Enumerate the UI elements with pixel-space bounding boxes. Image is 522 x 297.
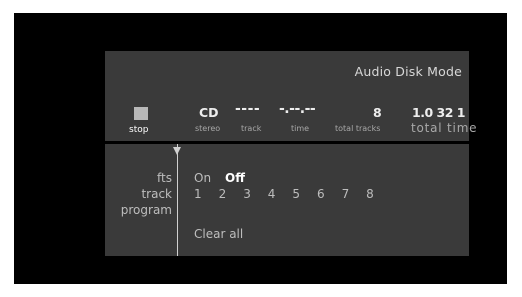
track-caption: track bbox=[241, 124, 262, 133]
time-caption: time bbox=[291, 124, 310, 133]
track-number[interactable]: 7 bbox=[342, 187, 367, 201]
menu-divider bbox=[177, 144, 178, 256]
mode-title: Audio Disk Mode bbox=[354, 64, 462, 79]
program-panel: fts track program On Off 12345678 Clear … bbox=[105, 144, 469, 256]
track-number[interactable]: 8 bbox=[366, 187, 391, 201]
audio-channel: stereo bbox=[195, 124, 221, 133]
track-number[interactable]: 5 bbox=[292, 187, 317, 201]
disc-status-panel: Audio Disk Mode stop CD stereo ---- trac… bbox=[105, 51, 477, 141]
elapsed-time-value: -.--.-- bbox=[279, 101, 316, 117]
track-number[interactable]: 2 bbox=[219, 187, 244, 201]
track-number[interactable]: 6 bbox=[317, 187, 342, 201]
program-label: program bbox=[120, 203, 172, 217]
current-track-value: ---- bbox=[235, 101, 261, 117]
fts-on-option[interactable]: On bbox=[194, 171, 211, 185]
total-time-value: 1.0 32 1 bbox=[412, 105, 465, 120]
total-tracks-caption: total tracks bbox=[335, 124, 381, 133]
total-tracks-value: 8 bbox=[373, 105, 382, 120]
track-number-list: 12345678 bbox=[194, 187, 391, 201]
tv-screen: Audio Disk Mode stop CD stereo ---- trac… bbox=[14, 13, 507, 284]
stop-icon[interactable] bbox=[134, 107, 148, 120]
fts-label: fts bbox=[157, 171, 172, 185]
total-time-caption: total time bbox=[411, 121, 478, 135]
track-number[interactable]: 3 bbox=[243, 187, 268, 201]
disc-type: CD bbox=[199, 105, 219, 120]
down-triangle-icon bbox=[173, 147, 181, 155]
fts-off-option[interactable]: Off bbox=[225, 171, 245, 185]
stop-label: stop bbox=[129, 125, 149, 135]
track-number[interactable]: 4 bbox=[268, 187, 293, 201]
track-label: track bbox=[141, 187, 172, 201]
track-number[interactable]: 1 bbox=[194, 187, 219, 201]
clear-all-button[interactable]: Clear all bbox=[194, 227, 243, 241]
